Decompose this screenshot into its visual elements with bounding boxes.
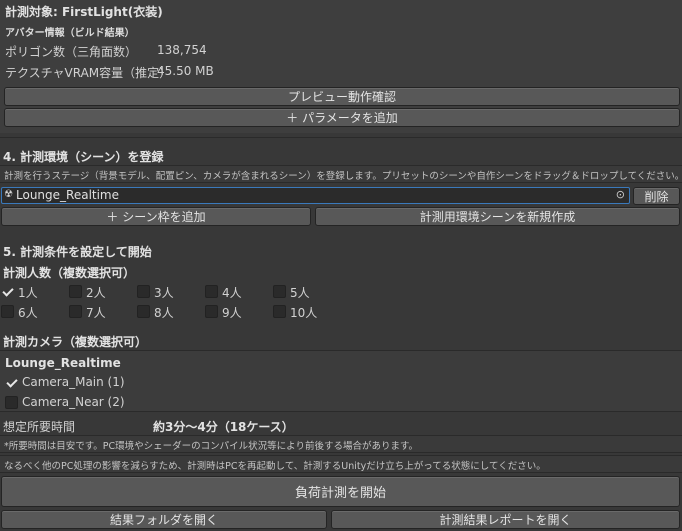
scene-object-field[interactable]: ☢ Lounge_Realtime ⊙: [1, 187, 630, 204]
object-picker-icon[interactable]: ⊙: [616, 188, 625, 201]
vram-label: テクスチャVRAM容量（推定）: [5, 66, 172, 80]
delete-button[interactable]: 削除: [633, 187, 680, 205]
preview-button[interactable]: プレビュー動作確認: [4, 87, 680, 106]
people-checkbox-8[interactable]: [137, 305, 150, 318]
people-label-5: 5人: [290, 286, 310, 300]
add-scene-button[interactable]: ＋ シーン枠を追加: [1, 207, 311, 226]
open-results-folder-button[interactable]: 結果フォルダを開く: [1, 510, 327, 529]
avatar-info-heading: アバター情報（ビルド結果）: [5, 28, 135, 39]
people-label-9: 9人: [222, 306, 242, 320]
divider: [0, 137, 682, 138]
scene-field-value: Lounge_Realtime: [16, 188, 120, 202]
target-label: 計測対象: FirstLight(衣装): [5, 5, 163, 19]
camera-label-main: Camera_Main (1): [22, 375, 125, 389]
camera-heading: 計測カメラ（複数選択可）: [3, 335, 148, 349]
scene-asset-icon: ☢: [4, 189, 13, 200]
people-checkbox-2[interactable]: [69, 285, 82, 298]
people-checkbox-7[interactable]: [69, 305, 82, 318]
people-checkbox-4[interactable]: [205, 285, 218, 298]
section5-title: 5. 計測条件を設定して開始: [3, 245, 152, 259]
people-label-1: 1人: [18, 286, 38, 300]
people-checkbox-5[interactable]: [273, 285, 286, 298]
restart-note: なるべく他のPC処理の影響を減らすため、計測時はPCを再起動して、計測するUni…: [4, 461, 546, 472]
estimate-value: 約3分〜4分（18ケース）: [153, 420, 294, 434]
camera-checkbox-main[interactable]: [5, 376, 18, 389]
people-checkbox-6[interactable]: [1, 305, 14, 318]
camera-label-near: Camera_Near (2): [22, 395, 125, 409]
people-checkbox-9[interactable]: [205, 305, 218, 318]
camera-checkbox-near[interactable]: [5, 396, 18, 409]
people-label-4: 4人: [222, 286, 242, 300]
vram-value: 45.50 MB: [157, 64, 214, 78]
people-label-2: 2人: [86, 286, 106, 300]
estimate-label: 想定所要時間: [3, 420, 76, 434]
add-parameter-button[interactable]: ＋ パラメータを追加: [4, 108, 680, 127]
polygon-count-value: 138,754: [157, 43, 207, 57]
camera-scene-name: Lounge_Realtime: [5, 356, 121, 370]
section4-title: 4. 計測環境（シーン）を登録: [3, 150, 164, 164]
open-report-button[interactable]: 計測結果レポートを開く: [331, 510, 680, 529]
new-scene-button[interactable]: 計測用環境シーンを新規作成: [315, 207, 680, 226]
people-heading: 計測人数（複数選択可）: [3, 266, 136, 280]
people-label-3: 3人: [154, 286, 174, 300]
polygon-count-label: ポリゴン数（三角面数）: [5, 45, 138, 59]
people-label-7: 7人: [86, 306, 106, 320]
section4-description: 計測を行うステージ（背景モデル、配置ピン、カメラが含まれるシーン）を登録します。…: [4, 171, 682, 182]
duration-note: *所要時間は目安です。PC環境やシェーダーのコンパイル状況等により前後する場合が…: [4, 441, 419, 452]
people-checkbox-1[interactable]: [1, 285, 14, 298]
people-label-10: 10人: [290, 306, 318, 320]
people-checkbox-10[interactable]: [273, 305, 286, 318]
start-measurement-button[interactable]: 負荷計測を開始: [1, 476, 680, 507]
people-checkbox-3[interactable]: [137, 285, 150, 298]
people-label-6: 6人: [18, 306, 38, 320]
people-label-8: 8人: [154, 306, 174, 320]
